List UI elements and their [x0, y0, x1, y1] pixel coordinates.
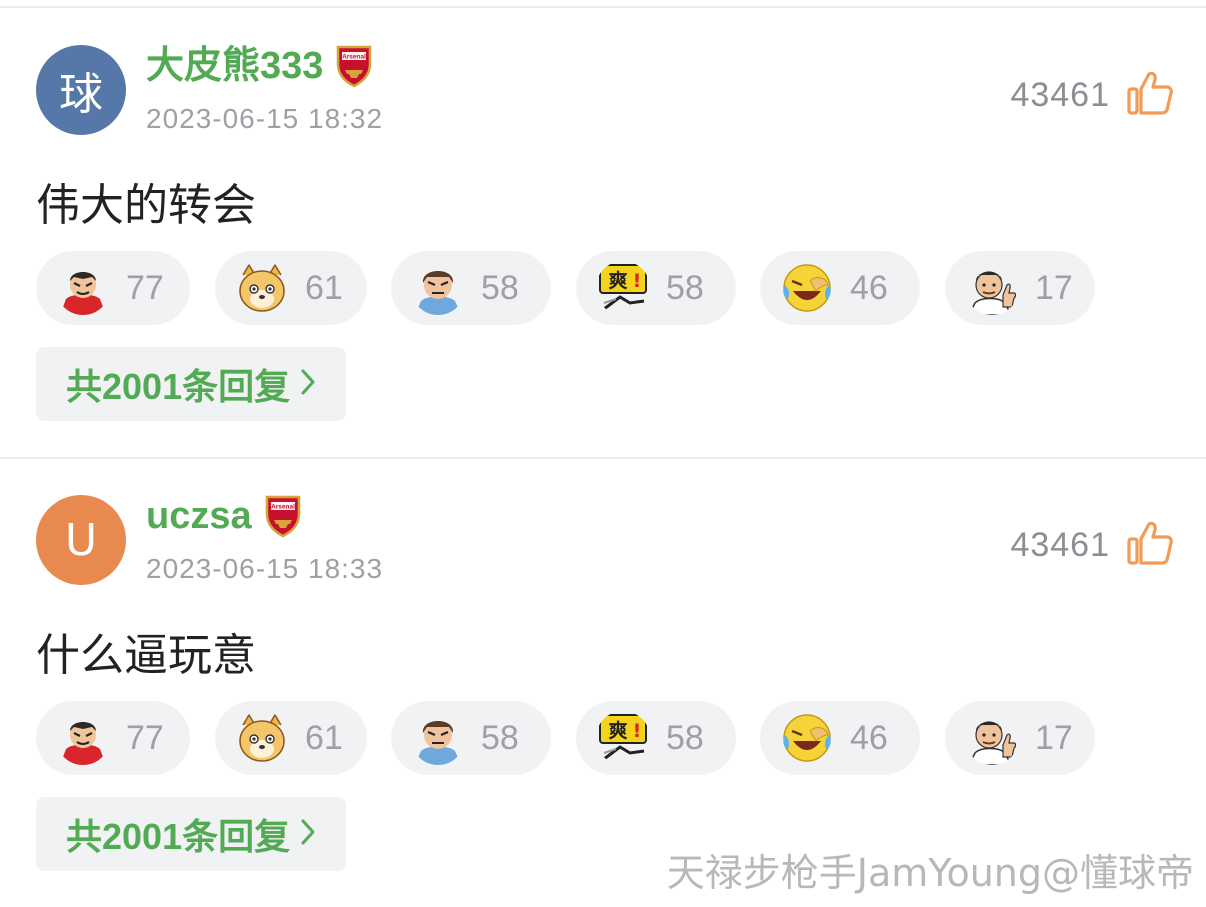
- like-button[interactable]: 43461: [1010, 519, 1174, 572]
- reaction-count: 58: [666, 718, 704, 757]
- timestamp: 2023-06-15 18:32: [146, 103, 384, 134]
- reaction-count: 77: [126, 718, 164, 757]
- thumbs-up-man-emoji-icon: [965, 261, 1019, 315]
- like-button[interactable]: 43461: [1010, 69, 1174, 122]
- reaction-chip[interactable]: 17: [945, 251, 1095, 325]
- svg-text:爽: 爽: [608, 269, 627, 292]
- shiba-dog-emoji-icon: [235, 711, 289, 765]
- arsenal-badge-icon: Arsenal: [264, 494, 302, 538]
- username[interactable]: uczsa Arsenal: [146, 493, 302, 539]
- reaction-count: 61: [305, 718, 343, 757]
- svg-text:爽: 爽: [608, 719, 627, 742]
- reaction-chip[interactable]: 46: [760, 251, 920, 325]
- reaction-chip[interactable]: 爽! 58: [576, 701, 736, 775]
- username[interactable]: 大皮熊333 Arsenal: [146, 43, 373, 89]
- red-devil-emoji-icon: [56, 261, 110, 315]
- reaction-chip[interactable]: 46: [760, 701, 920, 775]
- thumbs-up-icon: [1126, 69, 1174, 122]
- avatar[interactable]: U: [36, 495, 126, 585]
- avatar-initial: 球: [59, 69, 103, 120]
- replies-label: 共2001条回复: [66, 366, 291, 407]
- comment-divider: [0, 457, 1206, 459]
- chevron-right-icon: [300, 818, 316, 851]
- reaction-count: 46: [850, 718, 888, 757]
- reaction-count: 58: [666, 268, 704, 307]
- view-replies-button[interactable]: 共2001条回复: [36, 347, 347, 421]
- reaction-chip[interactable]: 77: [36, 701, 190, 775]
- reaction-count: 46: [850, 268, 888, 307]
- reaction-chip[interactable]: 77: [36, 251, 190, 325]
- view-replies-button[interactable]: 共2001条回复: [36, 797, 347, 871]
- thumbs-up-man-emoji-icon: [965, 711, 1019, 765]
- reaction-count: 17: [1035, 268, 1073, 307]
- svg-text:!: !: [633, 270, 642, 292]
- angry-man-emoji-icon: [411, 711, 465, 765]
- comment-text: 伟大的转会: [36, 180, 256, 231]
- timestamp: 2023-06-15 18:33: [146, 553, 384, 584]
- comment-text: 什么逼玩意: [36, 630, 256, 681]
- reaction-chip[interactable]: 61: [215, 701, 367, 775]
- reaction-count: 58: [481, 718, 519, 757]
- like-count: 43461: [1010, 526, 1110, 564]
- badge-text: Arsenal: [342, 54, 366, 61]
- reaction-chip[interactable]: 58: [391, 251, 551, 325]
- shuang-sign-emoji-icon: 爽!: [596, 261, 650, 315]
- shiba-dog-emoji-icon: [235, 261, 289, 315]
- avatar-initial: U: [64, 514, 98, 566]
- reaction-chip[interactable]: 61: [215, 251, 367, 325]
- username-text: 大皮熊333: [146, 45, 324, 87]
- reaction-chip[interactable]: 58: [391, 701, 551, 775]
- shuang-sign-emoji-icon: 爽!: [596, 711, 650, 765]
- reaction-count: 77: [126, 268, 164, 307]
- like-count: 43461: [1010, 76, 1110, 114]
- top-divider: [0, 6, 1206, 8]
- laughing-crying-emoji-icon: [780, 711, 834, 765]
- laughing-crying-emoji-icon: [780, 261, 834, 315]
- reaction-count: 61: [305, 268, 343, 307]
- badge-text: Arsenal: [271, 504, 295, 511]
- reaction-chip[interactable]: 17: [945, 701, 1095, 775]
- thumbs-up-icon: [1126, 519, 1174, 572]
- svg-text:!: !: [633, 720, 642, 742]
- username-text: uczsa: [146, 495, 252, 537]
- reaction-chip[interactable]: 爽! 58: [576, 251, 736, 325]
- arsenal-badge-icon: Arsenal: [335, 44, 373, 88]
- reaction-count: 58: [481, 268, 519, 307]
- reaction-count: 17: [1035, 718, 1073, 757]
- replies-label: 共2001条回复: [66, 816, 291, 857]
- watermark: 天禄步枪手JamYoung@懂球帝: [666, 851, 1194, 895]
- avatar[interactable]: 球: [36, 45, 126, 135]
- angry-man-emoji-icon: [411, 261, 465, 315]
- red-devil-emoji-icon: [56, 711, 110, 765]
- chevron-right-icon: [300, 368, 316, 401]
